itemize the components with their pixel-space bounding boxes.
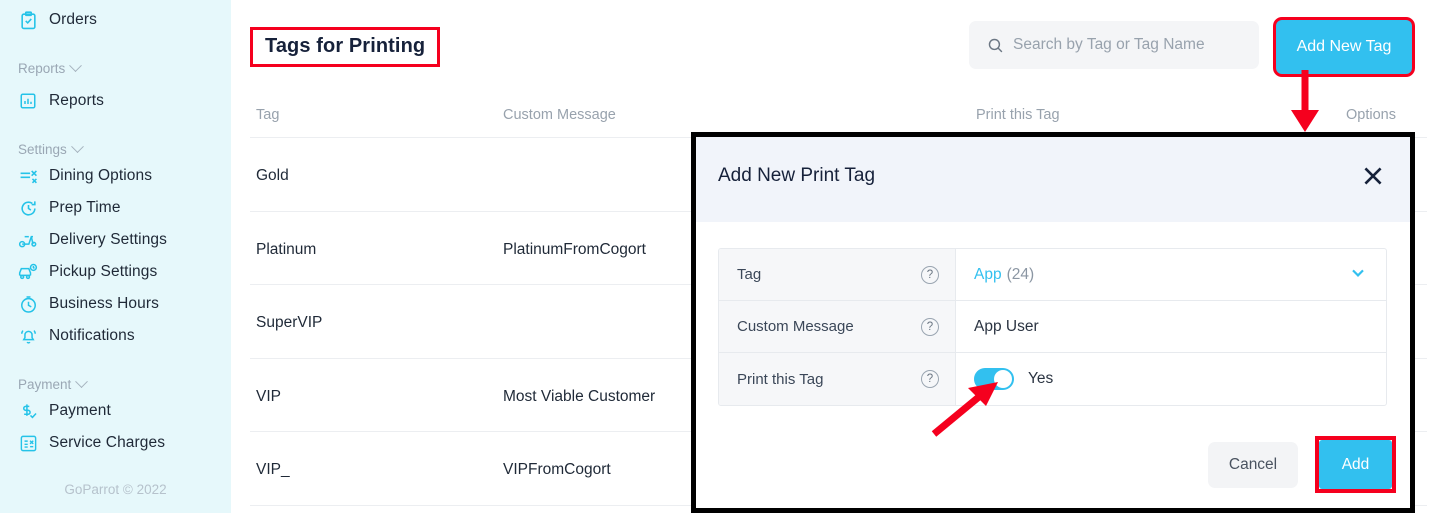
dollar-check-icon [18,401,38,421]
sidebar-group-label: Settings [18,141,67,157]
scooter-icon [18,230,38,250]
form-label-custom-message: Custom Message [737,318,854,335]
sidebar-item-label: Dining Options [49,167,153,184]
chevron-down-icon [70,139,84,153]
column-header-custom-message: Custom Message [503,107,616,123]
cell-custom-message: PlatinumFromCogort [503,240,646,258]
search-placeholder: Search by Tag or Tag Name [1013,36,1205,53]
clipboard-check-icon [18,10,38,30]
sidebar-item-label: Prep Time [49,199,121,216]
sidebar-item-label: Orders [49,11,97,28]
print-this-tag-control: Yes [956,353,1386,405]
sidebar-item-prep-time[interactable]: Prep Time [0,192,231,224]
form-label-tag: Tag [737,266,762,283]
cell-tag: VIP [256,387,281,405]
column-header-print-this-tag: Print this Tag [976,107,1060,123]
toggle-knob [994,370,1012,388]
sidebar-item-delivery-settings[interactable]: Delivery Settings [0,224,231,256]
cell-custom-message: Most Viable Customer [503,387,656,405]
tag-selected-value: App [974,265,1002,283]
sidebar-item-label: Reports [49,92,104,109]
clock-refresh-icon [18,198,38,218]
car-clock-icon [18,262,38,282]
tag-select[interactable]: App (24) [956,249,1386,300]
custom-message-value: App User [974,317,1039,335]
sidebar-item-orders[interactable]: Orders [0,4,231,36]
column-header-options: Options [1346,107,1396,123]
bell-icon [18,326,38,346]
sidebar-group-label: Payment [18,376,72,392]
add-button[interactable]: Add [1319,440,1392,489]
tag-selected-count: (24) [1006,265,1035,283]
dialog-title: Add New Print Tag [718,165,876,186]
print-this-tag-toggle[interactable] [974,368,1014,390]
sidebar-item-payment[interactable]: Payment [0,395,231,427]
receipt-icon [18,433,38,453]
sidebar-item-label: Delivery Settings [49,231,167,248]
sidebar-group-settings[interactable]: Settings [0,138,231,160]
question-mark-icon[interactable]: ? [921,317,939,336]
dining-options-icon [18,166,38,186]
sidebar-item-business-hours[interactable]: Business Hours [0,288,231,320]
form-row-tag: Tag ? App (24) [719,249,1386,301]
page-title-highlight: Tags for Printing [250,27,441,67]
chevron-down-icon [69,58,83,72]
cancel-button[interactable]: Cancel [1208,442,1298,488]
table-header-row: Tag Custom Message Print this Tag Option… [250,95,1427,137]
sidebar-item-service-charges[interactable]: Service Charges [0,427,231,459]
form-label-print-this-tag: Print this Tag [737,370,824,388]
close-icon[interactable] [1360,163,1386,189]
search-icon [987,37,1004,54]
sidebar-item-label: Business Hours [49,295,159,312]
sidebar-footer-copyright: GoParrot © 2022 [64,482,167,497]
sidebar-item-reports[interactable]: Reports [0,85,231,117]
sidebar-item-label: Notifications [49,327,135,344]
sidebar: Orders Reports Reports Settings Dining O… [0,0,231,513]
custom-message-input[interactable]: App User [956,301,1386,352]
app-root: Orders Reports Reports Settings Dining O… [0,0,1446,513]
form-label-tag-cell: Tag ? [719,249,956,300]
question-mark-icon[interactable]: ? [921,370,939,388]
sidebar-group-reports[interactable]: Reports [0,57,231,79]
sidebar-item-label: Service Charges [49,434,166,451]
form-row-print-this-tag: Print this Tag ? Yes [719,353,1386,405]
sidebar-group-label: Reports [18,60,66,76]
bar-chart-icon [18,91,38,111]
question-mark-icon[interactable]: ? [921,265,939,284]
cell-tag: SuperVIP [256,314,323,331]
column-header-tag: Tag [256,107,280,123]
dialog-form: Tag ? App (24) Custom Message ? App User… [718,248,1387,406]
sidebar-item-pickup-settings[interactable]: Pickup Settings [0,256,231,288]
sidebar-group-payment[interactable]: Payment [0,373,231,395]
sidebar-item-dining-options[interactable]: Dining Options [0,160,231,192]
form-label-custom-message-cell: Custom Message ? [719,301,956,352]
sidebar-item-label: Pickup Settings [49,263,158,280]
sidebar-item-notifications[interactable]: Notifications [0,320,231,352]
chevron-down-icon [1348,262,1368,287]
page-title: Tags for Printing [265,35,426,57]
cell-tag: Platinum [256,240,317,258]
form-row-custom-message: Custom Message ? App User [719,301,1386,353]
add-new-tag-button[interactable]: Add New Tag [1276,20,1412,74]
form-label-print-this-tag-cell: Print this Tag ? [719,353,956,405]
cell-tag: Gold [256,167,289,184]
cell-tag: VIP_ [256,461,290,478]
sidebar-item-label: Payment [49,402,111,419]
chevron-down-icon [75,374,89,388]
add-new-print-tag-dialog: Add New Print Tag Tag ? App (24) Custom … [691,132,1415,513]
cell-custom-message: VIPFromCogort [503,461,611,478]
toggle-state-label: Yes [1028,370,1054,387]
search-input[interactable]: Search by Tag or Tag Name [969,21,1259,69]
dialog-header: Add New Print Tag [696,137,1410,222]
stopwatch-icon [18,294,38,314]
